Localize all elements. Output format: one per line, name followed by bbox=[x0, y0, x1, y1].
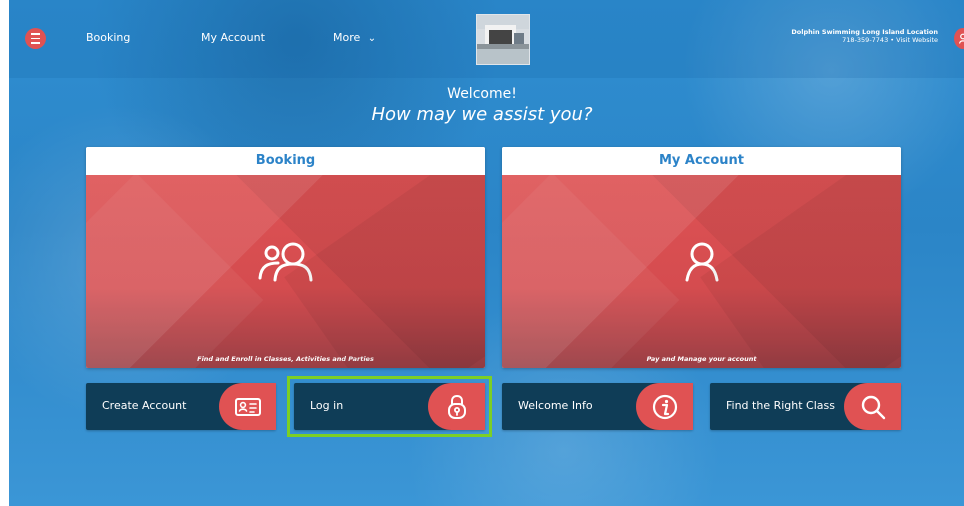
welcome-info-button[interactable]: Welcome Info bbox=[502, 383, 693, 430]
booking-card-title: Booking bbox=[86, 147, 485, 175]
profile-button[interactable] bbox=[954, 28, 964, 49]
my-account-card-title: My Account bbox=[502, 147, 901, 175]
profile-icon bbox=[959, 33, 964, 44]
my-account-card-body[interactable]: Pay and Manage your account bbox=[502, 175, 901, 368]
welcome-info-icon-area bbox=[636, 383, 693, 430]
building-photo-icon bbox=[477, 15, 529, 64]
find-right-class-icon-area bbox=[844, 383, 901, 430]
create-account-label: Create Account bbox=[102, 399, 187, 412]
nav-booking-link[interactable]: Booking bbox=[86, 31, 130, 45]
lock-icon bbox=[447, 394, 466, 419]
hamburger-menu-button[interactable] bbox=[25, 28, 46, 49]
nav-my-account-link[interactable]: My Account bbox=[201, 31, 265, 45]
hamburger-menu-icon bbox=[31, 31, 40, 45]
assist-heading: How may we assist you? bbox=[371, 104, 593, 125]
location-info: Dolphin Swimming Long Island Location 71… bbox=[791, 28, 938, 44]
nav-more-label: More bbox=[333, 31, 361, 44]
create-account-icon-area bbox=[219, 383, 276, 430]
info-icon bbox=[652, 394, 677, 419]
find-right-class-label: Find the Right Class bbox=[726, 399, 835, 412]
location-photo bbox=[476, 14, 530, 65]
login-button[interactable]: Log in bbox=[294, 383, 485, 430]
login-icon-area bbox=[428, 383, 485, 430]
login-label: Log in bbox=[310, 399, 344, 412]
app-screen: Booking My Account More ⌄ Dolphin Swimmi… bbox=[0, 0, 964, 506]
users-icon bbox=[258, 242, 312, 282]
welcome-info-label: Welcome Info bbox=[518, 399, 593, 412]
id-card-icon bbox=[234, 397, 261, 416]
user-icon bbox=[685, 242, 718, 282]
my-account-card[interactable]: My Account Pay and Manage your account bbox=[502, 147, 901, 368]
nav-more-dropdown[interactable]: More ⌄ bbox=[333, 31, 376, 46]
search-icon bbox=[861, 395, 885, 419]
create-account-button[interactable]: Create Account bbox=[86, 383, 276, 430]
find-right-class-button[interactable]: Find the Right Class bbox=[710, 383, 901, 430]
booking-card-body[interactable]: Find and Enroll in Classes, Activities a… bbox=[86, 175, 485, 368]
location-name: Dolphin Swimming Long Island Location bbox=[791, 28, 938, 36]
my-account-card-caption: Pay and Manage your account bbox=[646, 355, 757, 363]
top-navigation: Booking My Account More ⌄ Dolphin Swimmi… bbox=[9, 0, 964, 78]
chevron-down-icon: ⌄ bbox=[367, 33, 377, 44]
booking-card-caption: Find and Enroll in Classes, Activities a… bbox=[197, 355, 374, 363]
location-contact[interactable]: 718-359-7743 • Visit Website bbox=[791, 36, 938, 44]
welcome-heading: Welcome! bbox=[447, 86, 517, 102]
booking-card[interactable]: Booking Find and Enroll in Classes, Acti… bbox=[86, 147, 485, 368]
